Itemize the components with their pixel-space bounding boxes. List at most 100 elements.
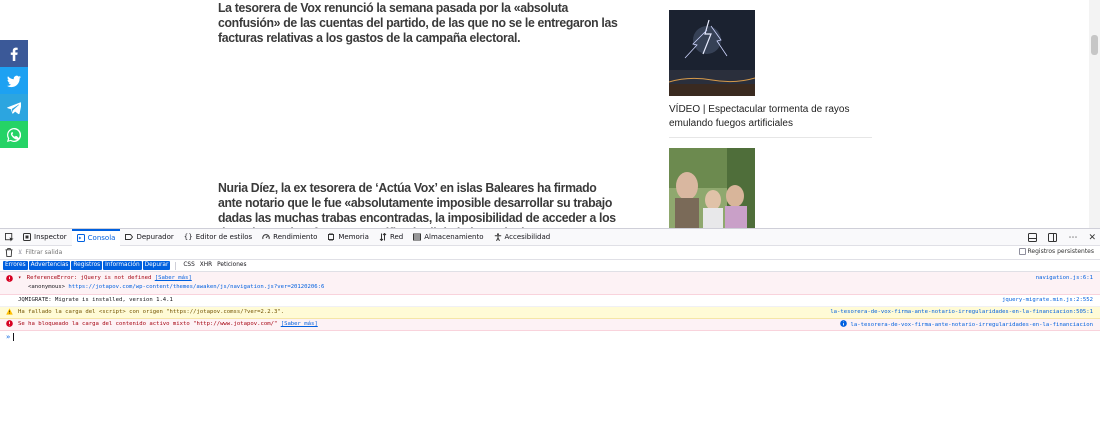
tab-label: Consola — [87, 234, 116, 242]
filter-icon: ⊻ — [18, 249, 23, 256]
message-source-link[interactable]: la-tesorera-de-vox-firma-ante-notario-ir… — [839, 320, 1093, 330]
learn-more-link[interactable]: [Saber más] — [155, 275, 192, 281]
persist-logs-toggle[interactable]: Registros persistentes — [1018, 248, 1095, 255]
filter-chip-requests[interactable]: Peticiones — [215, 261, 248, 270]
filter-chip-info[interactable]: Información — [103, 261, 142, 270]
filter-chip-xhr[interactable]: XHR — [198, 261, 214, 270]
facebook-icon — [10, 47, 18, 61]
tab-label: Accesibilidad — [504, 233, 551, 241]
persist-logs-checkbox[interactable] — [1018, 248, 1026, 255]
family-outdoor-thumbnail[interactable] — [669, 148, 755, 228]
tab-style-editor[interactable]: {} Editor de estilos — [179, 229, 257, 246]
tab-label: Memoria — [338, 233, 369, 241]
tab-accessibility[interactable]: Accesibilidad — [489, 229, 556, 246]
log-message-text: JQMIGRATE: Migrate is installed, version… — [18, 297, 173, 303]
filter-output-input[interactable] — [25, 249, 226, 256]
related-article-card[interactable] — [669, 148, 872, 228]
more-options-icon[interactable]: ⋯ — [1068, 233, 1077, 243]
social-share-bar — [0, 40, 28, 148]
related-article-title[interactable]: VÍDEO | Espectacular tormenta de rayos e… — [669, 103, 872, 131]
scrollbar-thumb[interactable] — [1091, 35, 1098, 55]
prompt-chevron-icon: » — [6, 333, 11, 341]
web-page-viewport: La tesorera de Vox renunció la semana pa… — [0, 0, 1100, 228]
tab-label: Depurador — [136, 233, 174, 241]
storage-icon — [413, 233, 422, 241]
filter-chip-errors[interactable]: Errores — [3, 261, 28, 270]
console-message-error[interactable]: Se ha bloqueado la carga del contenido a… — [0, 319, 1100, 331]
console-filter-chips: Errores Advertencias Registros Informaci… — [0, 260, 1100, 272]
devtools-window-controls: ⋯ ✕ — [1028, 229, 1096, 246]
article-paragraph: Nuria Díez, la ex tesorera de ‘Actúa Vox… — [218, 180, 616, 228]
telegram-icon — [7, 101, 21, 114]
trash-icon — [5, 248, 13, 257]
message-source-link[interactable]: la-tesorera-de-vox-firma-ante-notario-ir… — [830, 308, 1093, 317]
lightning-storm-thumbnail[interactable] — [669, 10, 755, 96]
network-icon — [379, 233, 387, 241]
tab-label: Rendimiento — [273, 233, 318, 241]
console-output: ▾ ReferenceError: jQuery is not defined … — [0, 272, 1100, 343]
performance-icon — [262, 234, 270, 240]
telegram-share-button[interactable] — [0, 94, 28, 121]
error-message-text: ReferenceError: jQuery is not defined — [26, 275, 152, 281]
console-message-log[interactable]: JQMIGRATE: Migrate is installed, version… — [0, 295, 1100, 307]
tab-memory[interactable]: Memoria — [322, 229, 374, 246]
filter-chip-logs[interactable]: Registros — [71, 261, 103, 270]
expand-arrow-icon[interactable]: ▾ — [18, 275, 21, 281]
error-icon — [6, 320, 13, 327]
filter-chip-warnings[interactable]: Advertencias — [28, 261, 71, 270]
dock-toggle-icon[interactable] — [1028, 233, 1038, 242]
divider — [669, 137, 872, 138]
warning-message-text: Ha fallado la carga del <script> con ori… — [18, 309, 285, 315]
error-message-text: Se ha bloqueado la carga del contenido a… — [18, 321, 278, 327]
console-filter-bar: ⊻ Registros persistentes — [0, 246, 1100, 260]
tab-label: Editor de estilos — [195, 233, 253, 241]
related-article-card[interactable]: VÍDEO | Espectacular tormenta de rayos e… — [669, 10, 872, 131]
console-icon — [76, 234, 85, 242]
twitter-share-button[interactable] — [0, 67, 28, 94]
whatsapp-share-button[interactable] — [0, 121, 28, 148]
page-scrollbar[interactable] — [1089, 0, 1100, 228]
whatsapp-icon — [7, 127, 21, 142]
tab-debugger[interactable]: Depurador — [120, 229, 178, 246]
warning-icon — [6, 308, 13, 315]
stack-frame-function: <anonymous> — [28, 284, 66, 290]
stack-frame-url[interactable]: https://jotapov.com/wp-content/themes/aw… — [68, 284, 324, 290]
element-picker-button[interactable] — [0, 229, 18, 246]
facebook-share-button[interactable] — [0, 40, 28, 67]
inspector-icon — [23, 233, 31, 241]
tab-console[interactable]: Consola — [71, 228, 121, 246]
message-source-text: la-tesorera-de-vox-firma-ante-notario-ir… — [850, 322, 1093, 328]
learn-more-link[interactable]: [Saber más] — [281, 321, 318, 327]
console-message-error[interactable]: ▾ ReferenceError: jQuery is not defined … — [0, 272, 1100, 295]
info-icon — [839, 320, 847, 327]
persist-logs-label: Registros persistentes — [1027, 248, 1095, 255]
message-source-link[interactable]: jquery-migrate.min.js:2:552 — [1002, 296, 1093, 305]
close-icon[interactable]: ✕ — [1088, 233, 1096, 243]
message-source-link[interactable]: navigation.js:6:1 — [1036, 274, 1093, 283]
tab-performance[interactable]: Rendimiento — [257, 229, 322, 246]
filter-chip-css[interactable]: CSS — [181, 261, 196, 270]
tab-network[interactable]: Red — [374, 229, 408, 246]
text-cursor — [13, 333, 15, 341]
tab-label: Almacenamiento — [424, 233, 484, 241]
memory-icon — [328, 233, 335, 241]
clear-console-button[interactable] — [0, 246, 18, 260]
filter-chip-debug[interactable]: Depurar — [142, 261, 171, 270]
element-picker-icon — [4, 232, 14, 242]
devtools-panel: Inspector Consola Depurador {} Editor de… — [0, 228, 1100, 431]
devtools-toolbar: Inspector Consola Depurador {} Editor de… — [0, 228, 1100, 246]
console-input[interactable]: » — [0, 331, 1100, 343]
debugger-icon — [125, 234, 134, 240]
accessibility-icon — [494, 233, 501, 241]
tab-label: Inspector — [34, 233, 67, 241]
tab-inspector[interactable]: Inspector — [18, 229, 72, 246]
twitter-icon — [7, 75, 21, 87]
tab-storage[interactable]: Almacenamiento — [408, 229, 488, 246]
article-paragraph: La tesorera de Vox renunció la semana pa… — [218, 0, 618, 45]
popout-icon[interactable] — [1048, 233, 1058, 242]
divider — [175, 261, 177, 270]
stack-frame: <anonymous> https://jotapov.com/wp-conte… — [18, 283, 1100, 292]
browser-window: { "article": { "paragraph1": "La tesorer… — [0, 0, 1100, 431]
console-message-warning[interactable]: Ha fallado la carga del <script> con ori… — [0, 307, 1100, 319]
style-editor-icon: {} — [183, 233, 193, 241]
